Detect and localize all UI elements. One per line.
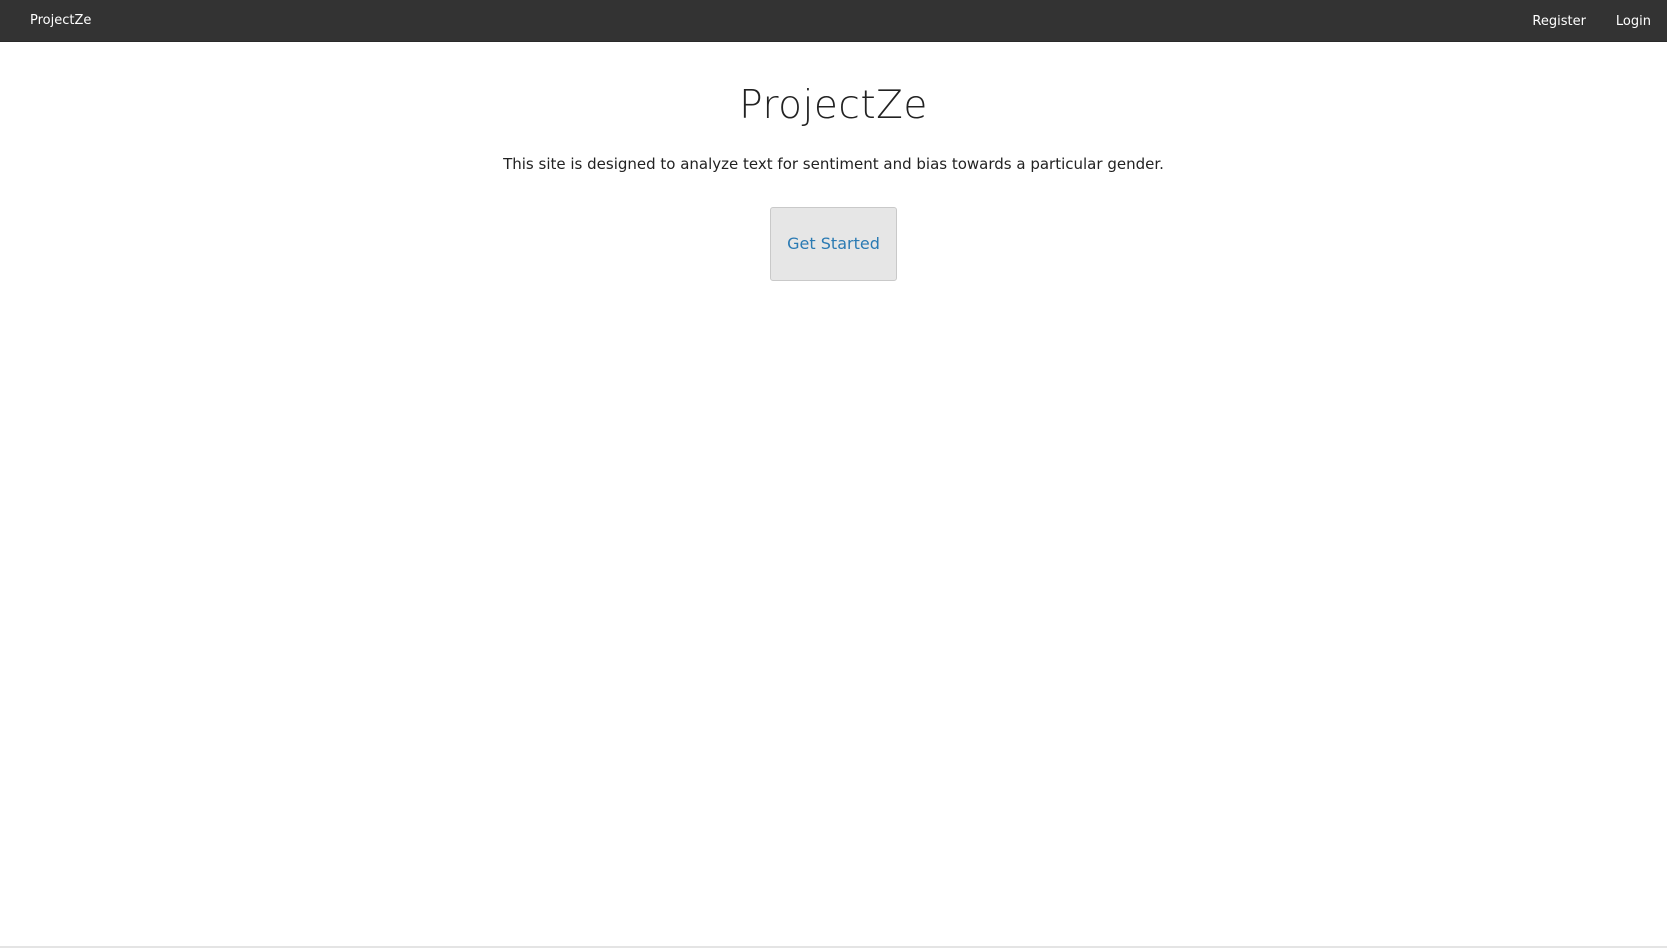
- navbar-links: Register Login: [1502, 0, 1651, 42]
- top-navbar: ProjectZe Register Login: [0, 0, 1667, 42]
- register-link[interactable]: Register: [1532, 1, 1586, 42]
- hero-section: ProjectZe This site is designed to analy…: [0, 42, 1667, 281]
- brand-link[interactable]: ProjectZe: [30, 0, 91, 42]
- get-started-button[interactable]: Get Started: [770, 207, 897, 281]
- login-link[interactable]: Login: [1616, 1, 1651, 42]
- page-title: ProjectZe: [739, 83, 928, 128]
- site-description: This site is designed to analyze text fo…: [503, 155, 1164, 173]
